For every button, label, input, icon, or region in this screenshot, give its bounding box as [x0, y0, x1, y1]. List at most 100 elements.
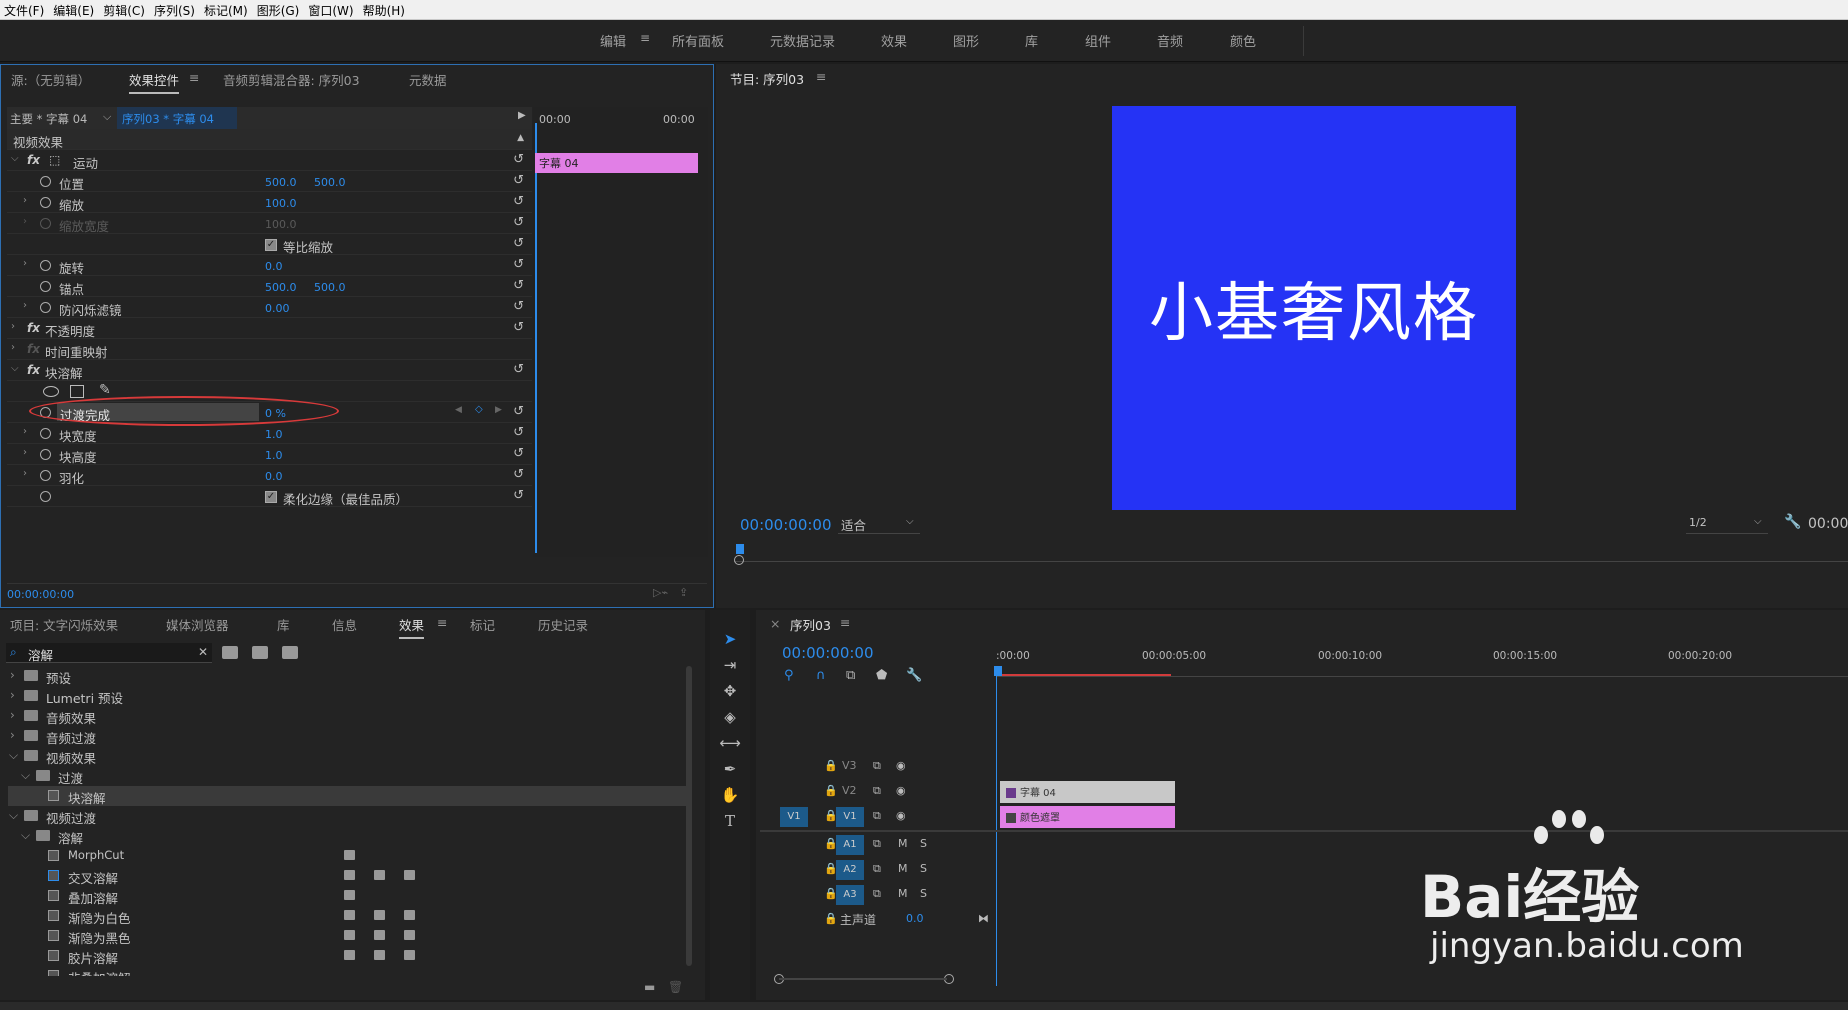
tree-item-cross-dissolve[interactable]: 交叉溶解	[8, 866, 688, 886]
solo-button[interactable]: S	[920, 887, 927, 900]
fx-icon[interactable]: fx	[27, 321, 40, 335]
workspace-color[interactable]: 颜色	[1230, 31, 1256, 50]
effect-motion-row[interactable]: ⌵ fx ⬚ 运动 ↺	[7, 150, 532, 171]
workspace-graphics[interactable]: 图形	[953, 31, 979, 50]
track-select-tool-icon[interactable]: ⇥	[718, 656, 742, 678]
program-timecode[interactable]: 00:00:00:00	[740, 516, 832, 534]
reset-icon[interactable]: ↺	[513, 362, 524, 377]
tab-project[interactable]: 项目: 文字闪烁效果	[10, 615, 118, 634]
reset-icon[interactable]: ↺	[513, 257, 524, 272]
delete-icon[interactable]: 🗑	[668, 980, 683, 994]
add-keyframe-icon[interactable]: ◇	[475, 404, 483, 415]
tab-audio-mixer[interactable]: 音频剪辑混合器: 序列03	[223, 70, 360, 89]
solo-button[interactable]: S	[920, 862, 927, 875]
panel-menu-icon[interactable]: ≡	[437, 615, 447, 630]
tab-effect-controls[interactable]: 效果控件	[129, 70, 180, 94]
chevron-down-icon[interactable]: ⌵	[1754, 516, 1762, 527]
collapse-chevron-icon[interactable]: ⌵	[21, 828, 30, 843]
collapse-chevron-icon[interactable]: ⌵	[9, 808, 18, 823]
source-patch-v1[interactable]: V1	[780, 807, 808, 827]
motion-transform-icon[interactable]: ⬚	[49, 153, 60, 167]
reset-icon[interactable]: ↺	[513, 446, 524, 461]
zoom-handle[interactable]	[734, 555, 744, 565]
anchor-x-value[interactable]: 500.0	[265, 281, 297, 294]
tree-item-transition[interactable]: ⌵ 过渡	[8, 766, 688, 786]
reset-icon[interactable]: ↺	[513, 299, 524, 314]
expand-chevron-icon[interactable]: ›	[10, 688, 15, 702]
program-video-frame[interactable]: 小基奢风格	[1112, 106, 1516, 510]
reset-icon[interactable]: ↺	[513, 173, 524, 188]
panel-menu-icon[interactable]: ≡	[840, 615, 850, 630]
quality-dropdown[interactable]: 1/2 ⌵	[1686, 514, 1768, 534]
sync-lock-icon[interactable]: ⧉	[873, 862, 881, 876]
stopwatch-icon[interactable]	[40, 176, 51, 187]
tree-item-audio-transitions[interactable]: › 音频过渡	[8, 726, 688, 746]
tree-item-additive-dissolve[interactable]: 叠加溶解	[8, 886, 688, 906]
menu-clip[interactable]: 剪辑(C)	[99, 0, 150, 19]
expand-chevron-icon[interactable]: ›	[23, 426, 27, 437]
position-x-value[interactable]: 500.0	[265, 176, 297, 189]
rectangle-mask-icon[interactable]	[70, 385, 84, 398]
fx-icon[interactable]: fx	[27, 363, 40, 377]
tree-item-lumetri-presets[interactable]: › Lumetri 预设	[8, 686, 688, 706]
effect-block-dissolve-row[interactable]: ⌵ fx 块溶解 ↺	[7, 360, 532, 381]
expand-chevron-icon[interactable]: ›	[23, 468, 27, 479]
sequence-clip-label[interactable]: 序列03 * 字幕 04	[122, 111, 214, 127]
workspace-metadata[interactable]: 元数据记录	[770, 31, 835, 50]
sequence-tab-title[interactable]: 序列03	[790, 615, 831, 634]
track-label-v2[interactable]: V2	[842, 784, 857, 797]
lock-icon[interactable]: 🔒	[824, 784, 838, 797]
tree-scrollbar[interactable]	[686, 666, 692, 966]
expand-chevron-icon[interactable]: ›	[23, 447, 27, 458]
program-time-ruler[interactable]	[734, 544, 1848, 562]
tab-info[interactable]: 信息	[332, 615, 357, 634]
collapse-chevron-icon[interactable]: ⌵	[9, 748, 18, 763]
tree-item-film-dissolve[interactable]: 胶片溶解	[8, 946, 688, 966]
ellipse-mask-icon[interactable]	[43, 386, 59, 397]
filter-icon[interactable]: ▷⌁	[653, 586, 668, 599]
collapse-chevron-icon[interactable]: ⌵	[11, 363, 19, 374]
eye-icon[interactable]: ◉	[896, 759, 906, 772]
tree-item-dip-to-white[interactable]: 渐隐为白色	[8, 906, 688, 926]
workspace-all-panels[interactable]: 所有面板	[672, 31, 724, 50]
track-label-a2[interactable]: A2	[836, 860, 864, 880]
panel-menu-icon[interactable]: ≡	[189, 70, 199, 85]
sync-lock-icon[interactable]: ⧉	[873, 837, 881, 851]
ec-playhead[interactable]	[535, 123, 537, 553]
sync-lock-icon[interactable]: ⧉	[873, 809, 881, 823]
timeline-zoom-bar[interactable]	[779, 978, 947, 980]
reset-icon[interactable]: ↺	[513, 194, 524, 209]
close-sequence-icon[interactable]: ×	[770, 616, 780, 631]
track-label-v1[interactable]: V1	[836, 807, 864, 827]
expand-chevron-icon[interactable]: ›	[23, 195, 27, 206]
expand-chevron-icon[interactable]: ›	[11, 342, 15, 353]
menu-graphics[interactable]: 图形(G)	[253, 0, 305, 19]
stopwatch-icon[interactable]	[40, 470, 51, 481]
program-title[interactable]: 节目: 序列03	[730, 69, 804, 88]
menu-edit[interactable]: 编辑(E)	[49, 0, 99, 19]
scale-value[interactable]: 100.0	[265, 197, 297, 210]
stopwatch-icon[interactable]	[40, 491, 51, 502]
solo-button[interactable]: S	[920, 837, 927, 850]
tree-item-dip-to-black[interactable]: 渐隐为黑色	[8, 926, 688, 946]
menu-sequence[interactable]: 序列(S)	[150, 0, 200, 19]
tab-source[interactable]: 源:（无剪辑）	[11, 70, 90, 89]
reset-icon[interactable]: ↺	[513, 320, 524, 335]
accelerated-effects-icon[interactable]	[222, 646, 238, 659]
razor-tool-icon[interactable]: ◈	[718, 708, 742, 730]
reset-icon[interactable]: ↺	[513, 278, 524, 293]
master-volume-value[interactable]: 0.0	[906, 912, 924, 925]
tree-item-block-dissolve[interactable]: 块溶解	[8, 786, 688, 806]
eye-icon[interactable]: ◉	[896, 809, 906, 822]
track-label-v3[interactable]: V3	[842, 759, 857, 772]
expand-chevron-icon[interactable]: ›	[10, 708, 15, 722]
tree-item-presets[interactable]: › 预设	[8, 666, 688, 686]
expand-chevron-icon[interactable]: ›	[23, 258, 27, 269]
tab-libraries[interactable]: 库	[277, 615, 290, 634]
linked-selection-icon[interactable]: ∩	[816, 668, 826, 683]
stopwatch-icon[interactable]	[40, 302, 51, 313]
effect-opacity-row[interactable]: › fx 不透明度 ↺	[7, 318, 532, 339]
fx-icon[interactable]: fx	[27, 153, 40, 167]
lock-icon[interactable]: 🔒	[824, 912, 838, 925]
ec-clip-bar[interactable]: 字幕 04	[535, 153, 698, 173]
